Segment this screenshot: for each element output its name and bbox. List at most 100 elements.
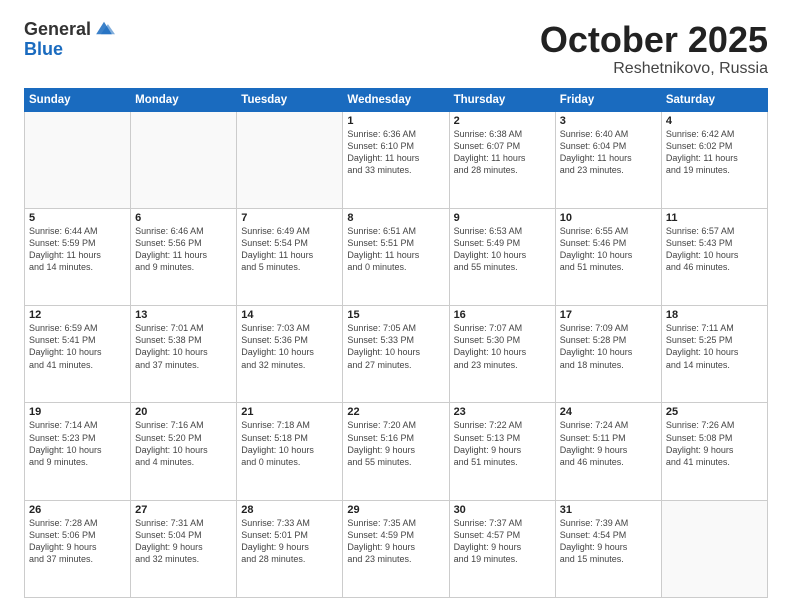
table-row: 7Sunrise: 6:49 AM Sunset: 5:54 PM Daylig… (237, 208, 343, 305)
table-row: 20Sunrise: 7:16 AM Sunset: 5:20 PM Dayli… (131, 403, 237, 500)
day-info: Sunrise: 6:40 AM Sunset: 6:04 PM Dayligh… (560, 128, 657, 177)
logo-icon (93, 17, 115, 39)
day-number: 7 (241, 212, 338, 224)
col-sunday: Sunday (25, 88, 131, 111)
table-row (25, 111, 131, 208)
location: Reshetnikovo, Russia (540, 60, 768, 78)
day-number: 31 (560, 504, 657, 516)
table-row (661, 500, 767, 597)
day-info: Sunrise: 6:36 AM Sunset: 6:10 PM Dayligh… (347, 128, 444, 177)
table-row: 16Sunrise: 7:07 AM Sunset: 5:30 PM Dayli… (449, 306, 555, 403)
calendar-week-row: 12Sunrise: 6:59 AM Sunset: 5:41 PM Dayli… (25, 306, 768, 403)
col-wednesday: Wednesday (343, 88, 449, 111)
table-row: 3Sunrise: 6:40 AM Sunset: 6:04 PM Daylig… (555, 111, 661, 208)
table-row: 11Sunrise: 6:57 AM Sunset: 5:43 PM Dayli… (661, 208, 767, 305)
table-row: 27Sunrise: 7:31 AM Sunset: 5:04 PM Dayli… (131, 500, 237, 597)
table-row: 19Sunrise: 7:14 AM Sunset: 5:23 PM Dayli… (25, 403, 131, 500)
table-row: 2Sunrise: 6:38 AM Sunset: 6:07 PM Daylig… (449, 111, 555, 208)
table-row: 6Sunrise: 6:46 AM Sunset: 5:56 PM Daylig… (131, 208, 237, 305)
day-info: Sunrise: 6:55 AM Sunset: 5:46 PM Dayligh… (560, 225, 657, 274)
day-number: 26 (29, 504, 126, 516)
table-row: 13Sunrise: 7:01 AM Sunset: 5:38 PM Dayli… (131, 306, 237, 403)
col-monday: Monday (131, 88, 237, 111)
table-row: 24Sunrise: 7:24 AM Sunset: 5:11 PM Dayli… (555, 403, 661, 500)
day-info: Sunrise: 6:44 AM Sunset: 5:59 PM Dayligh… (29, 225, 126, 274)
table-row: 8Sunrise: 6:51 AM Sunset: 5:51 PM Daylig… (343, 208, 449, 305)
day-number: 12 (29, 309, 126, 321)
day-info: Sunrise: 7:09 AM Sunset: 5:28 PM Dayligh… (560, 322, 657, 371)
day-number: 6 (135, 212, 232, 224)
day-number: 3 (560, 115, 657, 127)
calendar-header-row: Sunday Monday Tuesday Wednesday Thursday… (25, 88, 768, 111)
day-number: 16 (454, 309, 551, 321)
day-info: Sunrise: 7:07 AM Sunset: 5:30 PM Dayligh… (454, 322, 551, 371)
table-row: 26Sunrise: 7:28 AM Sunset: 5:06 PM Dayli… (25, 500, 131, 597)
table-row: 15Sunrise: 7:05 AM Sunset: 5:33 PM Dayli… (343, 306, 449, 403)
day-info: Sunrise: 6:42 AM Sunset: 6:02 PM Dayligh… (666, 128, 763, 177)
title-block: October 2025 Reshetnikovo, Russia (540, 20, 768, 78)
day-number: 15 (347, 309, 444, 321)
table-row: 10Sunrise: 6:55 AM Sunset: 5:46 PM Dayli… (555, 208, 661, 305)
table-row: 29Sunrise: 7:35 AM Sunset: 4:59 PM Dayli… (343, 500, 449, 597)
day-info: Sunrise: 7:18 AM Sunset: 5:18 PM Dayligh… (241, 419, 338, 468)
table-row: 23Sunrise: 7:22 AM Sunset: 5:13 PM Dayli… (449, 403, 555, 500)
day-info: Sunrise: 7:31 AM Sunset: 5:04 PM Dayligh… (135, 517, 232, 566)
table-row: 30Sunrise: 7:37 AM Sunset: 4:57 PM Dayli… (449, 500, 555, 597)
table-row: 1Sunrise: 6:36 AM Sunset: 6:10 PM Daylig… (343, 111, 449, 208)
day-number: 25 (666, 406, 763, 418)
day-number: 13 (135, 309, 232, 321)
table-row (237, 111, 343, 208)
day-number: 10 (560, 212, 657, 224)
col-tuesday: Tuesday (237, 88, 343, 111)
day-info: Sunrise: 6:53 AM Sunset: 5:49 PM Dayligh… (454, 225, 551, 274)
day-info: Sunrise: 7:01 AM Sunset: 5:38 PM Dayligh… (135, 322, 232, 371)
table-row (131, 111, 237, 208)
day-number: 20 (135, 406, 232, 418)
calendar-table: Sunday Monday Tuesday Wednesday Thursday… (24, 88, 768, 598)
day-number: 17 (560, 309, 657, 321)
month-title: October 2025 (540, 20, 768, 60)
day-number: 19 (29, 406, 126, 418)
day-info: Sunrise: 7:39 AM Sunset: 4:54 PM Dayligh… (560, 517, 657, 566)
day-info: Sunrise: 7:16 AM Sunset: 5:20 PM Dayligh… (135, 419, 232, 468)
day-info: Sunrise: 6:57 AM Sunset: 5:43 PM Dayligh… (666, 225, 763, 274)
day-info: Sunrise: 7:35 AM Sunset: 4:59 PM Dayligh… (347, 517, 444, 566)
day-number: 14 (241, 309, 338, 321)
day-number: 4 (666, 115, 763, 127)
day-info: Sunrise: 6:49 AM Sunset: 5:54 PM Dayligh… (241, 225, 338, 274)
day-number: 11 (666, 212, 763, 224)
table-row: 9Sunrise: 6:53 AM Sunset: 5:49 PM Daylig… (449, 208, 555, 305)
day-info: Sunrise: 6:46 AM Sunset: 5:56 PM Dayligh… (135, 225, 232, 274)
day-number: 29 (347, 504, 444, 516)
day-number: 30 (454, 504, 551, 516)
table-row: 25Sunrise: 7:26 AM Sunset: 5:08 PM Dayli… (661, 403, 767, 500)
day-number: 28 (241, 504, 338, 516)
day-info: Sunrise: 7:37 AM Sunset: 4:57 PM Dayligh… (454, 517, 551, 566)
day-number: 23 (454, 406, 551, 418)
table-row: 12Sunrise: 6:59 AM Sunset: 5:41 PM Dayli… (25, 306, 131, 403)
day-number: 18 (666, 309, 763, 321)
calendar-week-row: 19Sunrise: 7:14 AM Sunset: 5:23 PM Dayli… (25, 403, 768, 500)
day-number: 9 (454, 212, 551, 224)
col-thursday: Thursday (449, 88, 555, 111)
logo-general-text: General (24, 20, 91, 40)
day-number: 24 (560, 406, 657, 418)
table-row: 5Sunrise: 6:44 AM Sunset: 5:59 PM Daylig… (25, 208, 131, 305)
day-info: Sunrise: 7:33 AM Sunset: 5:01 PM Dayligh… (241, 517, 338, 566)
day-info: Sunrise: 7:24 AM Sunset: 5:11 PM Dayligh… (560, 419, 657, 468)
col-friday: Friday (555, 88, 661, 111)
table-row: 28Sunrise: 7:33 AM Sunset: 5:01 PM Dayli… (237, 500, 343, 597)
logo: General Blue (24, 20, 115, 60)
table-row: 14Sunrise: 7:03 AM Sunset: 5:36 PM Dayli… (237, 306, 343, 403)
table-row: 18Sunrise: 7:11 AM Sunset: 5:25 PM Dayli… (661, 306, 767, 403)
day-info: Sunrise: 7:11 AM Sunset: 5:25 PM Dayligh… (666, 322, 763, 371)
day-number: 27 (135, 504, 232, 516)
day-number: 21 (241, 406, 338, 418)
header: General Blue October 2025 Reshetnikovo, … (24, 20, 768, 78)
day-info: Sunrise: 7:26 AM Sunset: 5:08 PM Dayligh… (666, 419, 763, 468)
day-number: 2 (454, 115, 551, 127)
table-row: 31Sunrise: 7:39 AM Sunset: 4:54 PM Dayli… (555, 500, 661, 597)
day-info: Sunrise: 7:14 AM Sunset: 5:23 PM Dayligh… (29, 419, 126, 468)
day-info: Sunrise: 6:51 AM Sunset: 5:51 PM Dayligh… (347, 225, 444, 274)
logo-text: General Blue (24, 20, 115, 60)
